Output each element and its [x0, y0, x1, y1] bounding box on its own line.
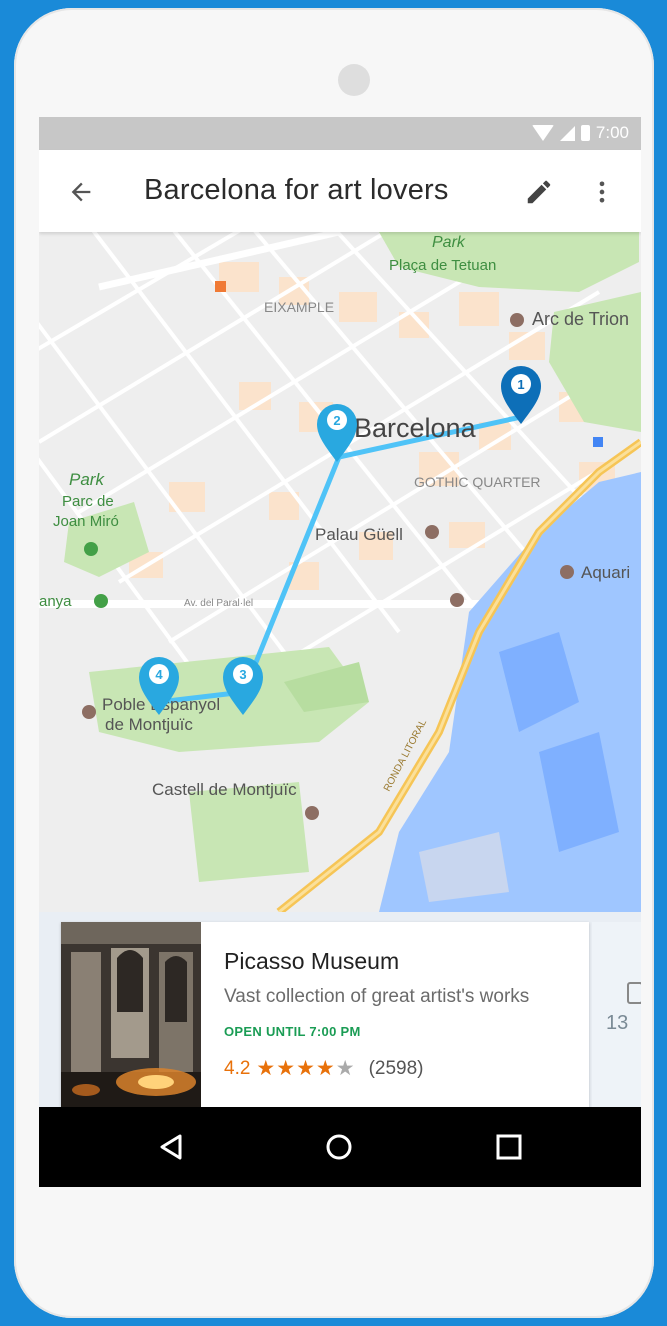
map-label-castell-montjuic: Castell de Montjuïc	[152, 780, 297, 799]
arrow-back-icon	[71, 182, 91, 202]
pin-number-4: 4	[155, 667, 163, 682]
map-label-palau-guell: Palau Güell	[315, 525, 403, 544]
map-label-poble-espanyol-2: de Montjuïc	[105, 715, 193, 734]
status-icons: 7:00	[531, 123, 629, 143]
map-label-eixample: EIXAMPLE	[264, 299, 334, 315]
transit-icon	[627, 982, 641, 1004]
place-carousel[interactable]: Picasso Museum Vast collection of great …	[39, 912, 641, 1107]
nav-home-button[interactable]	[315, 1123, 363, 1171]
star-icon: ★	[276, 1057, 296, 1080]
battery-icon	[580, 125, 590, 141]
poi-castell-marker	[305, 806, 319, 820]
poi-poble-marker	[82, 705, 96, 719]
map-label-parc-joan-miro-1: Parc de	[62, 493, 114, 510]
map-label-park-top: Park	[432, 234, 466, 251]
nav-back-button[interactable]	[147, 1123, 195, 1171]
map-label-parc-joan-miro-2: Joan Miró	[53, 513, 119, 530]
next-card-number: 13	[606, 1012, 629, 1034]
map-label-espanya: anya	[39, 593, 72, 610]
back-button[interactable]	[61, 172, 101, 212]
map-label-aquarium: Aquari	[581, 563, 630, 582]
open-status: OPEN UNTIL 7:00 PM	[224, 1024, 361, 1039]
status-bar: 7:00	[39, 117, 641, 150]
pin-number-1: 1	[517, 377, 524, 392]
system-nav-bar	[39, 1107, 641, 1187]
pencil-icon	[527, 180, 551, 204]
more-options-button[interactable]	[584, 170, 620, 214]
star-empty-icon: ★	[335, 1057, 355, 1080]
place-description: Vast collection of great artist's works	[224, 986, 530, 1007]
status-time: 7:00	[595, 123, 629, 142]
place-name: Picasso Museum	[224, 948, 400, 974]
poi-orange-marker	[215, 281, 226, 292]
app-bar: Barcelona for art lovers	[39, 150, 641, 232]
circle-home-icon	[326, 1134, 352, 1160]
star-icon: ★	[296, 1057, 315, 1080]
map-label-av-parallel: Av. del Paral·lel	[184, 598, 253, 609]
place-card[interactable]: Picasso Museum Vast collection of great …	[61, 922, 589, 1107]
rating-stars: ★ ★ ★ ★ ★	[256, 1057, 355, 1080]
poi-arc-marker	[510, 313, 524, 327]
rating-value: 4.2	[224, 1058, 251, 1079]
place-rating: 4.2 ★ ★ ★ ★ ★ (2598)	[224, 1058, 423, 1080]
screen: 7:00 Barcelona for art lovers Park Plaça…	[39, 117, 641, 1187]
signal-icon	[559, 125, 575, 141]
review-count: (2598)	[368, 1058, 424, 1079]
map-view[interactable]: Park Plaça de Tetuan EIXAMPLE Arc de Tri…	[39, 232, 641, 912]
map-label-placa-tetuan: Plaça de Tetuan	[389, 257, 496, 274]
poi-aquarium-marker	[560, 565, 574, 579]
place-photo	[61, 922, 201, 1107]
star-icon: ★	[315, 1057, 335, 1080]
edit-button[interactable]	[517, 170, 561, 214]
poi-marker	[450, 593, 464, 607]
star-icon: ★	[256, 1057, 276, 1080]
triangle-back-icon	[160, 1134, 182, 1160]
poi-park-marker	[84, 542, 98, 556]
pin-number-3: 3	[239, 667, 246, 682]
more-vert-icon	[599, 181, 605, 203]
square-recents-icon	[496, 1134, 522, 1160]
poi-palau-marker	[425, 525, 439, 539]
front-camera	[338, 64, 370, 96]
poi-blue-marker	[593, 437, 603, 447]
nav-recents-button[interactable]	[485, 1123, 533, 1171]
pin-number-2: 2	[333, 413, 340, 428]
page-title: Barcelona for art lovers	[144, 174, 449, 206]
map-label-barcelona: Barcelona	[354, 413, 477, 443]
map-label-park-left: Park	[69, 470, 105, 489]
map-label-arc-de-triomf: Arc de Trion	[532, 309, 629, 329]
map-label-gothic-quarter: GOTHIC QUARTER	[414, 474, 541, 490]
poi-espanya-marker	[94, 594, 108, 608]
wifi-icon	[531, 125, 554, 141]
